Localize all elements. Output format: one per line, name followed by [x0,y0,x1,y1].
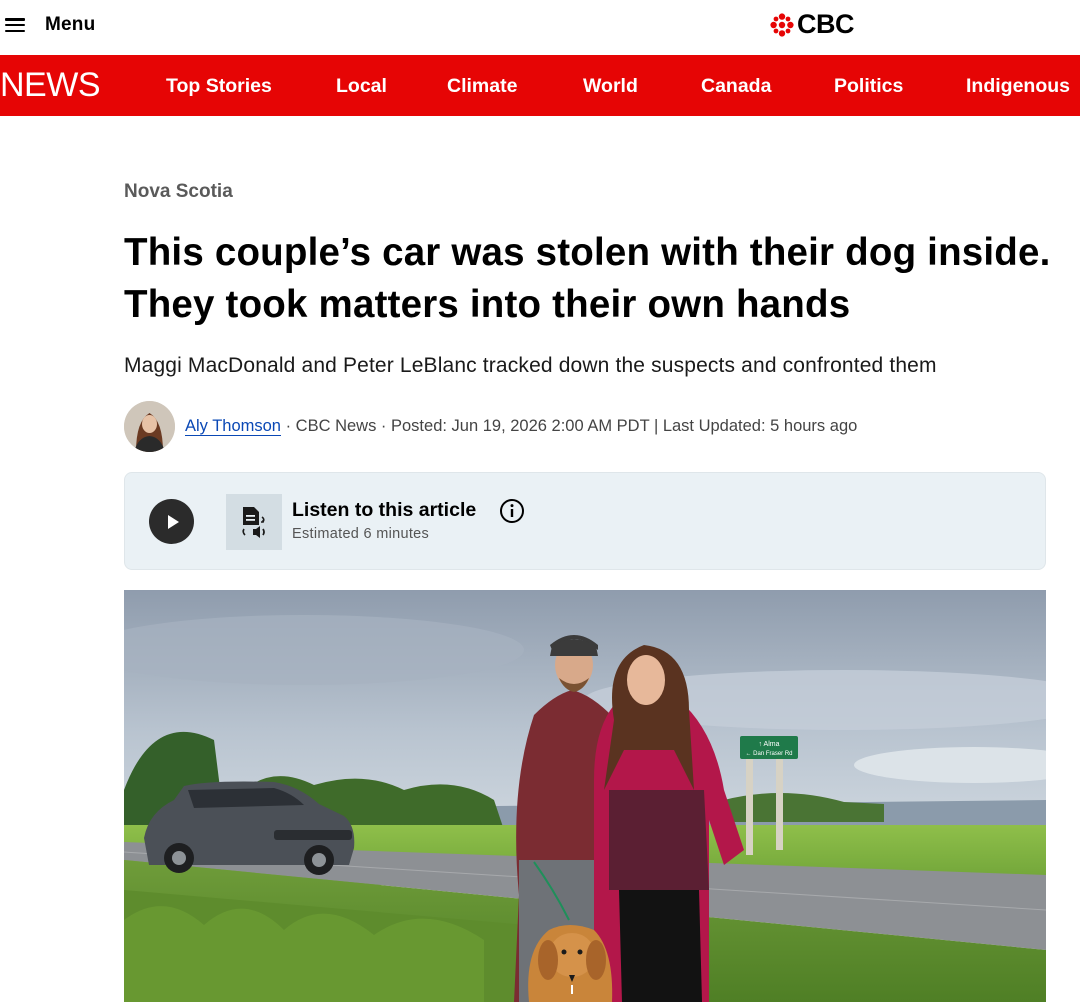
nav-item-top-stories[interactable]: Top Stories [166,74,272,98]
article-dek: Maggi MacDonald and Peter LeBlanc tracke… [124,354,937,377]
cbc-gem-icon [770,12,794,37]
listen-player: Listen to this article Estimated 6 minut… [124,472,1046,570]
top-bar: Menu CBC [0,0,1080,55]
listen-estimate: Estimated 6 minutes [292,526,430,542]
nav-item-world[interactable]: World [583,74,638,98]
play-icon [167,514,179,529]
article-headline: This couple’s car was stolen with their … [124,231,1051,326]
hamburger-icon [5,18,25,32]
nav-item-indigenous[interactable]: Indigenous [966,74,1070,98]
byline-text: Aly Thomson · CBC News · Posted: Jun 19,… [185,416,858,436]
listen-title: Listen to this article [292,499,477,521]
byline-meta: · CBC News · Posted: Jun 19, 2026 2:00 A… [281,416,858,435]
nav-item-politics[interactable]: Politics [834,74,903,98]
sign-text-dan-fraser: ← Dan Fraser Rd [745,751,792,757]
lead-photo[interactable]: ↑ Alma ← Dan Fraser Rd [124,590,1046,1002]
author-avatar[interactable] [124,400,175,452]
section-label[interactable]: Nova Scotia [124,181,233,203]
text-to-speech-icon [226,494,282,550]
nav-item-climate[interactable]: Climate [447,74,517,98]
author-link[interactable]: Aly Thomson [185,416,281,436]
sign-text-alma: ↑ Alma [758,741,779,748]
play-button[interactable] [149,499,194,544]
byline: Aly Thomson · CBC News · Posted: Jun 19,… [124,400,857,452]
menu-button[interactable]: Menu [5,12,95,38]
news-section-logo[interactable]: NEWS [0,67,101,103]
info-icon[interactable] [499,498,525,524]
cbc-logo[interactable]: CBC [770,9,855,40]
cbc-wordmark: CBC [797,9,855,39]
news-nav-bar: NEWS Top Stories Local Climate World Can… [0,55,1080,116]
menu-label: Menu [45,14,96,35]
nav-item-canada[interactable]: Canada [701,74,771,98]
nav-item-local[interactable]: Local [336,74,387,98]
